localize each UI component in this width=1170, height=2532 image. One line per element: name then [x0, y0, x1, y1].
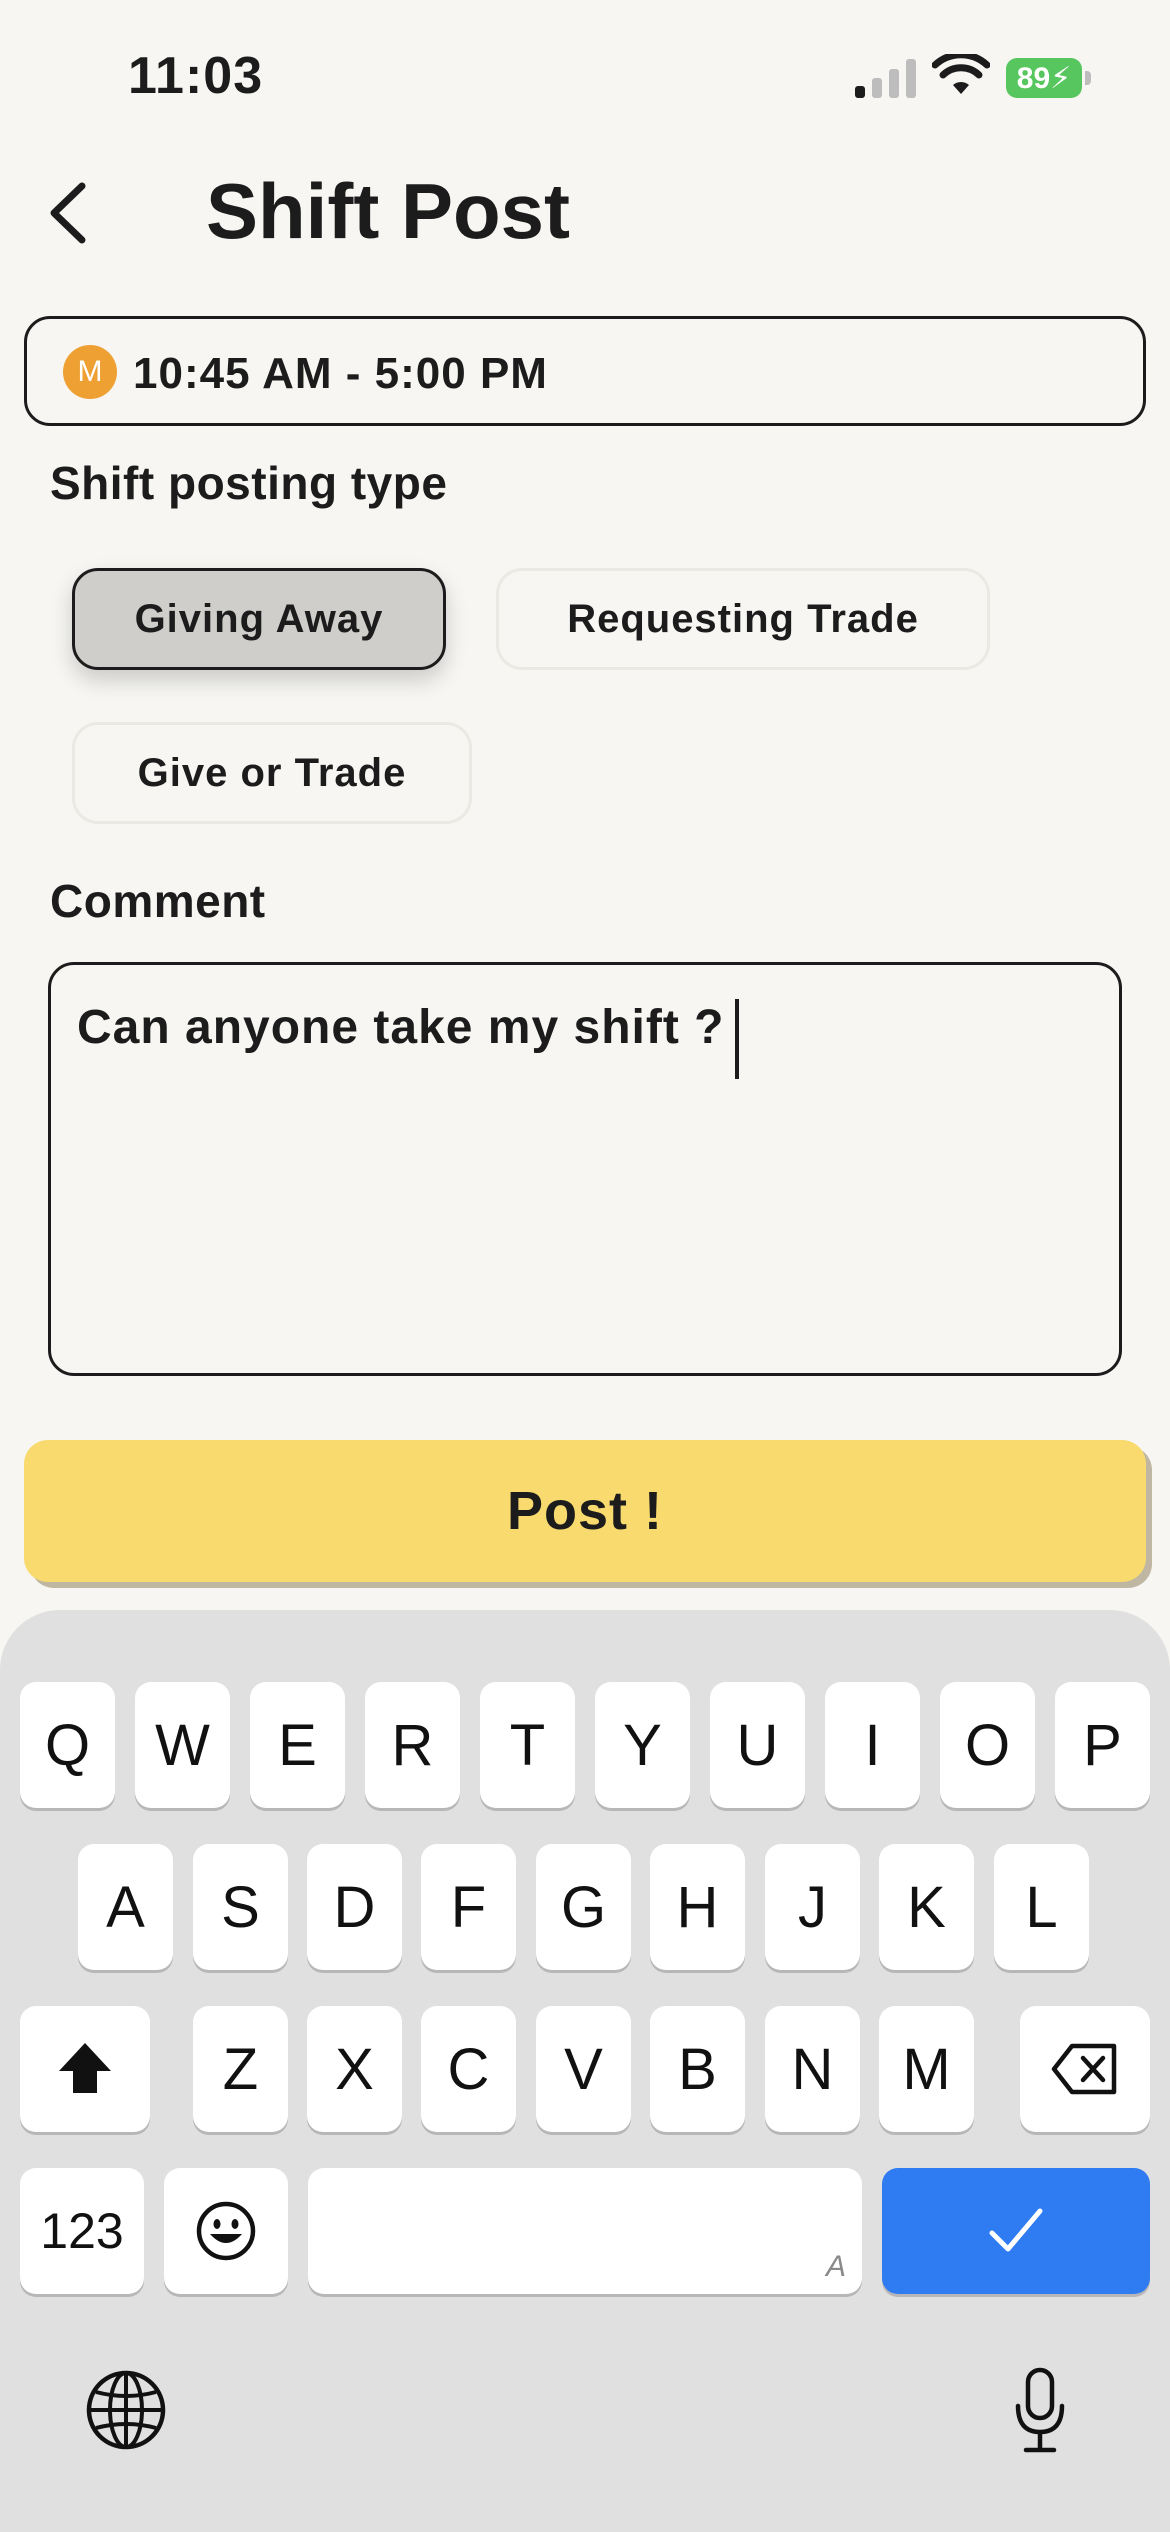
key-n[interactable]: N — [765, 2006, 860, 2132]
wifi-icon — [932, 54, 990, 94]
key-j[interactable]: J — [765, 1844, 860, 1970]
key-m[interactable]: M — [879, 2006, 974, 2132]
status-time: 11:03 — [128, 47, 264, 105]
key-a[interactable]: A — [78, 1844, 173, 1970]
backspace-icon — [1051, 2043, 1117, 2095]
shift-post-screen: 11:03 89⚡ Shift Post M 10:45 AM - 5:00 P… — [0, 0, 1170, 2532]
cellular-signal-icon — [855, 59, 916, 98]
key-u[interactable]: U — [710, 1682, 805, 1808]
key-h[interactable]: H — [650, 1844, 745, 1970]
globe-icon[interactable] — [84, 2368, 168, 2452]
key-o[interactable]: O — [940, 1682, 1035, 1808]
key-w[interactable]: W — [135, 1682, 230, 1808]
key-q[interactable]: Q — [20, 1682, 115, 1808]
shift-arrow-icon — [59, 2043, 111, 2093]
microphone-icon[interactable] — [1010, 2366, 1070, 2456]
key-r[interactable]: R — [365, 1682, 460, 1808]
numbers-key[interactable]: 123 — [20, 2168, 144, 2294]
chip-requesting-trade[interactable]: Requesting Trade — [496, 568, 990, 670]
key-i[interactable]: I — [825, 1682, 920, 1808]
key-p[interactable]: P — [1055, 1682, 1150, 1808]
done-key[interactable] — [882, 2168, 1150, 2294]
checkmark-icon — [989, 2208, 1043, 2252]
key-k[interactable]: K — [879, 1844, 974, 1970]
back-button[interactable] — [40, 178, 100, 248]
key-e[interactable]: E — [250, 1682, 345, 1808]
comment-text: Can anyone take my shift ? — [77, 1001, 725, 1055]
key-l[interactable]: L — [994, 1844, 1089, 1970]
chip-giving-away[interactable]: Giving Away — [72, 568, 446, 670]
key-y[interactable]: Y — [595, 1682, 690, 1808]
key-s[interactable]: S — [193, 1844, 288, 1970]
key-x[interactable]: X — [307, 2006, 402, 2132]
posting-type-label: Shift posting type — [50, 457, 448, 509]
key-b[interactable]: B — [650, 2006, 745, 2132]
battery-level: 89 — [1016, 62, 1051, 95]
battery-indicator: 89⚡ — [1006, 58, 1092, 98]
key-d[interactable]: D — [307, 1844, 402, 1970]
page-title: Shift Post — [206, 167, 570, 255]
text-caret — [734, 999, 739, 1079]
key-g[interactable]: G — [536, 1844, 631, 1970]
post-button[interactable]: Post ! — [24, 1440, 1146, 1582]
charging-bolt-icon: ⚡ — [1050, 62, 1072, 95]
keyboard: Q W E R T Y U I O P A S D F G H J K L Z … — [0, 1610, 1170, 2532]
shift-card: M 10:45 AM - 5:00 PM — [24, 316, 1146, 426]
shift-key[interactable] — [20, 2006, 150, 2132]
status-bar: 11:03 89⚡ — [0, 0, 1170, 150]
backspace-key[interactable] — [1020, 2006, 1150, 2132]
shift-time-range: 10:45 AM - 5:00 PM — [133, 349, 548, 398]
key-v[interactable]: V — [536, 2006, 631, 2132]
emoji-icon — [196, 2201, 256, 2261]
comment-label: Comment — [50, 875, 266, 927]
space-key[interactable]: A — [308, 2168, 862, 2294]
chip-give-or-trade[interactable]: Give or Trade — [72, 722, 472, 824]
key-t[interactable]: T — [480, 1682, 575, 1808]
space-hint: A — [825, 2250, 846, 2283]
comment-input[interactable]: Can anyone take my shift ? — [48, 962, 1122, 1376]
key-z[interactable]: Z — [193, 2006, 288, 2132]
key-f[interactable]: F — [421, 1844, 516, 1970]
emoji-key[interactable] — [164, 2168, 288, 2294]
avatar: M — [63, 345, 117, 399]
chevron-left-icon — [50, 182, 86, 244]
key-c[interactable]: C — [421, 2006, 516, 2132]
